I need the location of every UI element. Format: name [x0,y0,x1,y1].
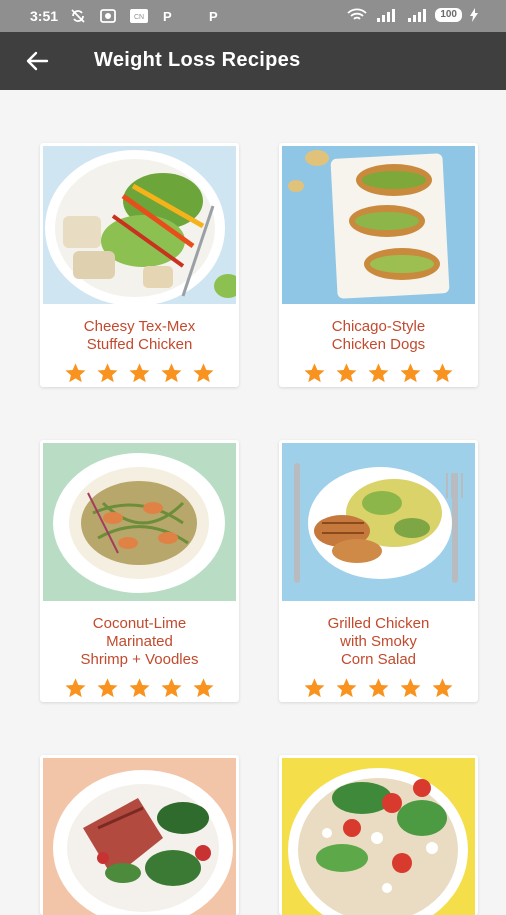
star-icon [368,363,389,383]
status-notification-icons: CN P P [70,8,220,24]
svg-text:P: P [209,9,218,23]
recipe-title: Coconut-Lime Marinated Shrimp + Voodles [80,615,199,668]
star-icon [304,678,325,698]
recipe-image [43,443,236,601]
recipe-title: Grilled Chicken with Smoky Corn Salad [327,615,430,668]
recipe-card[interactable]: Grilled Chicken with Smoky Corn Salad [279,440,478,702]
star-icon [193,678,214,698]
recipe-title: Cheesy Tex-Mex Stuffed Chicken [83,318,196,353]
recipe-image [282,146,475,304]
rating-stars [279,362,478,384]
star-icon [336,678,357,698]
star-icon [65,363,86,383]
p-icon: P [163,9,172,23]
app-bar: Weight Loss Recipes [0,32,506,90]
recipe-grid: Cheesy Tex-Mex Stuffed Chicken Chicago-S… [0,90,506,915]
signal-icon [377,9,396,22]
rating-stars [279,677,478,699]
star-icon [161,678,182,698]
status-bar: 3:51 CN P P 100 [0,0,506,32]
status-time: 3:51 [30,8,59,24]
star-icon [161,363,182,383]
star-icon [400,363,421,383]
rating-stars [40,677,239,699]
star-icon [432,363,453,383]
arrow-back-icon[interactable] [20,45,54,77]
recipe-title: Chicago-Style Chicken Dogs [331,318,426,353]
recipe-card[interactable]: Chicago-Style Chicken Dogs [279,143,478,387]
star-icon [432,678,453,698]
star-icon [368,678,389,698]
recipe-image [282,758,475,915]
camera-icon [100,9,116,23]
svg-text:CN: CN [134,14,144,21]
star-icon [336,363,357,383]
signal-icon [408,9,427,22]
star-icon [129,363,150,383]
page-title: Weight Loss Recipes [94,49,301,71]
recipe-card[interactable] [279,755,478,915]
rating-stars [40,362,239,384]
star-icon [193,363,214,383]
recipe-image [43,758,236,915]
recipe-image [282,443,475,601]
star-icon [65,678,86,698]
star-icon [97,678,118,698]
status-system-icons: 100 [347,8,478,22]
p-icon: P [209,9,218,23]
recipe-card[interactable]: Coconut-Lime Marinated Shrimp + Voodles [40,440,239,702]
sync-off-icon [71,9,85,23]
star-icon [400,678,421,698]
charging-icon [470,8,478,22]
star-icon [97,363,118,383]
battery-level: 100 [435,8,462,22]
recipe-card[interactable] [40,755,239,915]
recipe-image [43,146,236,304]
star-icon [129,678,150,698]
star-icon [304,363,325,383]
recipe-card[interactable]: Cheesy Tex-Mex Stuffed Chicken [40,143,239,387]
cn-icon: CN [130,9,148,23]
svg-text:P: P [163,9,172,23]
wifi-icon [347,8,367,20]
